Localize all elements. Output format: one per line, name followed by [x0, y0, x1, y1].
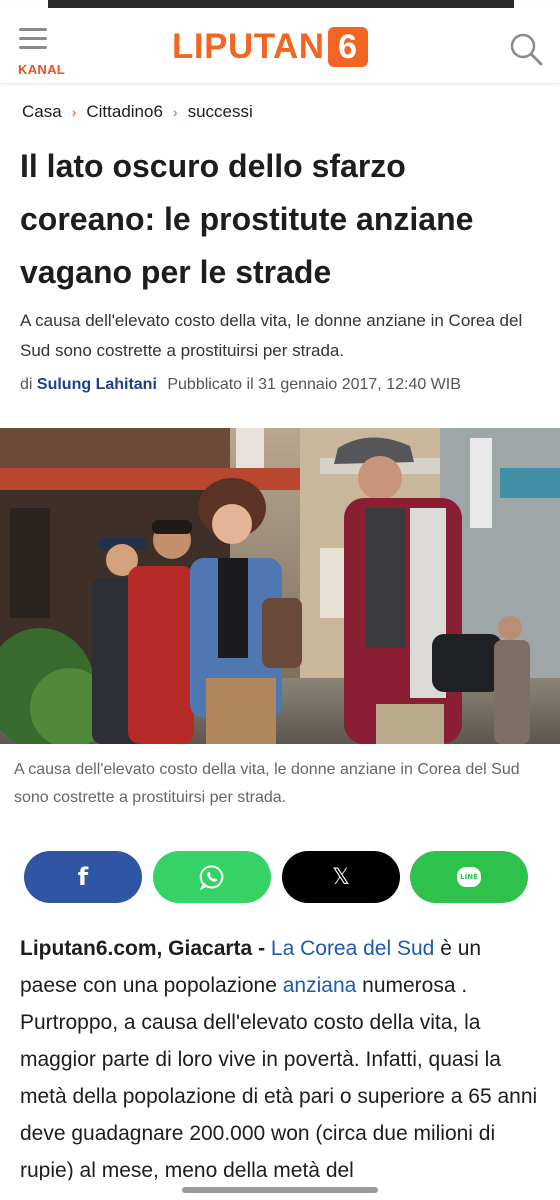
breadcrumb-item-casa[interactable]: Casa — [22, 102, 62, 122]
logo-text: LIPUTAN — [172, 27, 325, 66]
link-anziana[interactable]: anziana — [283, 974, 357, 997]
breadcrumb: Casa › Cittadino6 › successi — [22, 102, 253, 122]
share-buttons: f 𝕏 LINE — [24, 851, 530, 903]
breadcrumb-separator-icon: › — [71, 104, 77, 120]
breadcrumb-item-cittadino6[interactable]: Cittadino6 — [86, 102, 163, 122]
search-icon — [510, 33, 543, 66]
facebook-icon: f — [77, 863, 89, 891]
line-icon-label: LINE — [460, 873, 478, 881]
whatsapp-icon — [199, 865, 224, 890]
dateline: Liputan6.com, Giacarta - — [20, 937, 266, 960]
byline-prefix: di — [20, 376, 33, 393]
article-body: Liputan6.com, Giacarta - La Corea del Su… — [20, 930, 540, 1189]
home-gesture-indicator[interactable] — [182, 1187, 378, 1193]
street-scene-illustration — [0, 428, 560, 744]
article-subtitle: A causa dell'elevato costo della vita, l… — [20, 311, 523, 360]
link-corea-del-sud[interactable]: La Corea del Sud — [271, 937, 434, 960]
share-facebook-button[interactable]: f — [24, 851, 142, 903]
breadcrumb-item-successi[interactable]: successi — [188, 102, 253, 122]
article-byline: di Sulung Lahitani Pubblicato il 31 genn… — [20, 376, 461, 394]
liputan6-logo[interactable]: LIPUTAN 6 — [172, 26, 368, 68]
x-icon: 𝕏 — [332, 864, 350, 890]
kanal-label: KANAL — [18, 62, 65, 77]
body-text-2: numerosa . Purtroppo, a causa dell'eleva… — [20, 974, 538, 1182]
line-icon: LINE — [457, 867, 481, 887]
article-photo — [0, 428, 560, 744]
share-x-button[interactable]: 𝕏 — [282, 851, 400, 903]
share-line-button[interactable]: LINE — [410, 851, 528, 903]
kanal-menu-button[interactable]: KANAL — [16, 26, 66, 77]
publish-date: Pubblicato il 31 gennaio 2017, 12:40 WIB — [167, 376, 461, 393]
logo-number-badge: 6 — [327, 27, 368, 67]
author-link[interactable]: Sulung Lahitani — [37, 376, 157, 393]
breadcrumb-separator-icon: › — [172, 104, 178, 120]
article-title: Il lato oscuro dello sfarzo coreano: le … — [20, 148, 474, 290]
share-whatsapp-button[interactable] — [153, 851, 271, 903]
top-navigation-bar: KANAL LIPUTAN 6 — [0, 8, 560, 84]
status-strip — [0, 0, 560, 8]
photo-caption: A causa dell'elevato costo della vita, l… — [14, 761, 520, 806]
search-button[interactable] — [506, 30, 546, 70]
